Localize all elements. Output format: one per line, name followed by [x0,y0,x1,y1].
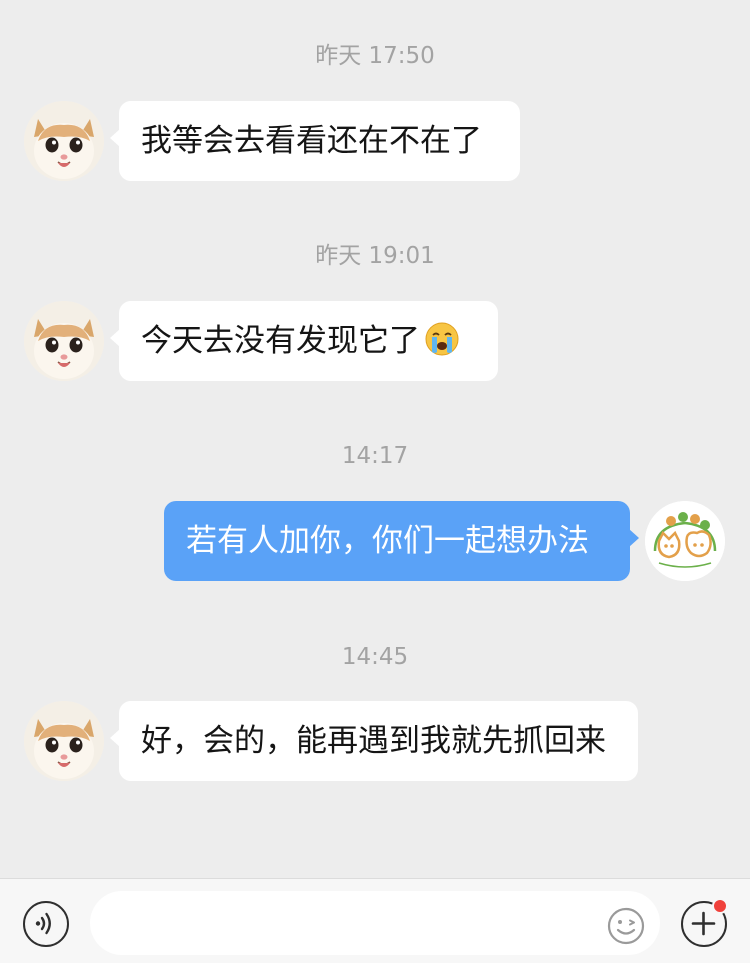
notification-dot [712,898,728,914]
crying-face-emoji-icon [425,322,459,356]
message-timestamp: 14:17 [341,443,409,469]
contact-avatar[interactable] [24,701,104,781]
message-timestamp: 昨天 19:01 [315,243,435,269]
contact-avatar[interactable] [24,101,104,181]
incoming-message-bubble[interactable]: 今天去没有发现它了 [110,301,498,381]
message-text: 若有人加你，你们一起想办法 [186,523,589,559]
chat-area[interactable]: 昨天 17:50 我等会去看看还在不在了 昨天 19:01 今天去没有发现它了 … [0,0,750,878]
cat-avatar-image [24,701,104,781]
incoming-message-bubble[interactable]: 我等会去看看还在不在了 [110,101,520,181]
contact-avatar[interactable] [24,301,104,381]
outgoing-message-bubble[interactable]: 若有人加你，你们一起想办法 [164,501,639,581]
message-text: 好，会的，能再遇到我就先抓回来 [141,723,606,759]
message-input[interactable] [90,891,660,955]
my-avatar[interactable] [645,501,725,581]
message-timestamp: 14:45 [341,644,409,670]
cat-avatar-image [24,101,104,181]
voice-icon [35,912,51,935]
animal-rescue-logo-icon [645,501,725,581]
cat-avatar-image [24,301,104,381]
emoji-button[interactable] [606,906,646,946]
message-timestamp: 昨天 17:50 [315,43,435,69]
incoming-message-bubble[interactable]: 好，会的，能再遇到我就先抓回来 [110,701,638,781]
smiley-icon [607,907,645,945]
message-text: 今天去没有发现它了 [141,323,420,359]
message-text: 我等会去看看还在不在了 [141,123,482,159]
voice-button[interactable] [23,901,69,947]
